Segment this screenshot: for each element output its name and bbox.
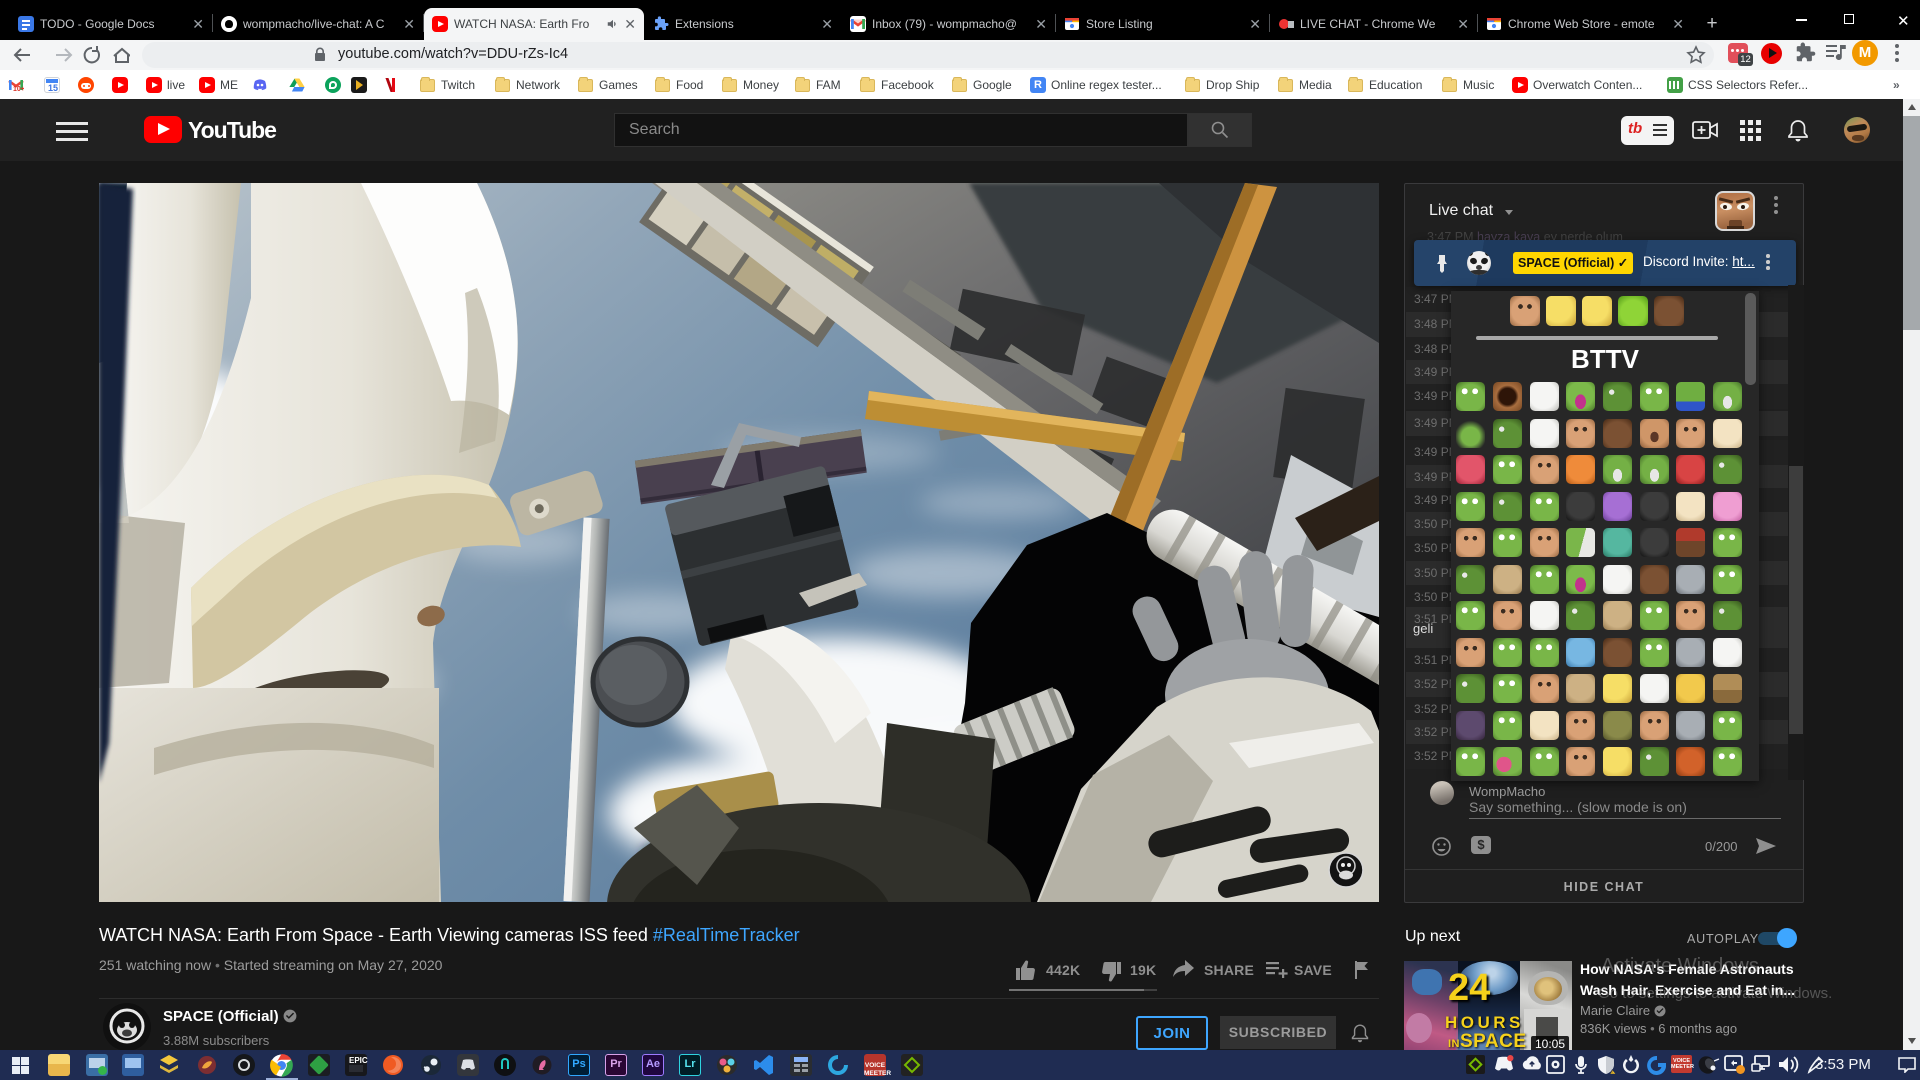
svg-text:10+: 10+ [13, 86, 24, 93]
